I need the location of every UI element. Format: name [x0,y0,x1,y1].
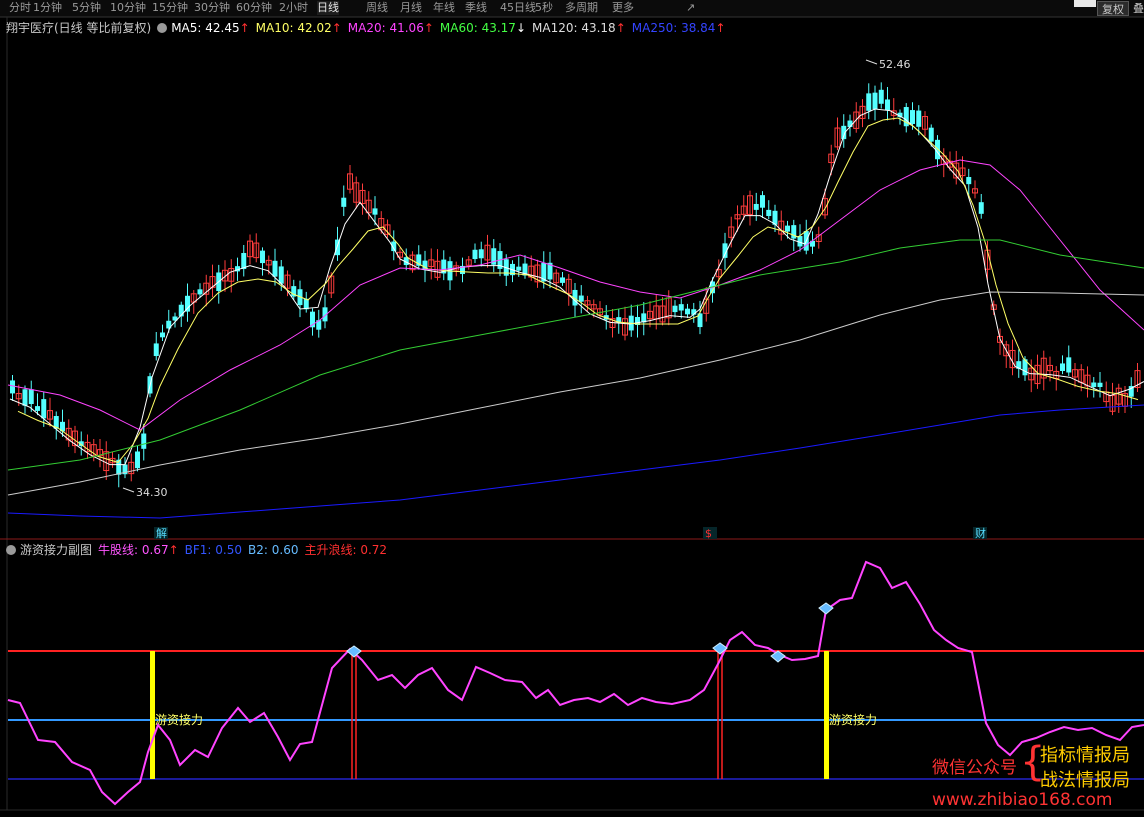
candle-down [516,266,522,271]
legend-item: 主升浪线: 0.72 [304,543,387,557]
candle-down [578,295,584,302]
candle-down [478,249,484,259]
candle-down [41,399,47,419]
candle-down [35,406,40,411]
trend-arrow-icon: ↑ [168,543,179,557]
candle-down [10,380,15,394]
candle-down [910,110,915,124]
event-marker-label: $ [705,527,712,540]
legend-item: 牛股线: 0.67↑ [98,543,179,557]
candle-down [341,197,347,207]
low-price-label: 34.30 [136,486,168,499]
legend-value: MA20: 41.06 [347,21,424,35]
candle-down [153,343,159,357]
legend-value: MA5: 42.45 [171,21,240,35]
legend-item: MA20: 41.06↑ [348,21,434,35]
candle-down [241,253,247,270]
legend-item: B2: 0.60 [248,543,298,557]
brand-name-2: 战法情报局 [1040,770,1130,791]
candle-down [22,389,28,406]
candle-down [978,202,984,214]
candle-down [197,289,203,295]
candle-down [866,93,872,111]
settings-gear-icon[interactable] [6,545,16,555]
candle-down [1066,357,1072,373]
candle-down [678,304,684,311]
legend-value: B2: 0.60 [248,543,299,557]
indicator-title[interactable]: 游资接力副图 [20,543,92,557]
candle-down [260,250,265,264]
ma10-line [17,117,1139,463]
trend-arrow-icon: ↑ [239,21,250,35]
ma60-line [7,239,1144,471]
trend-arrow-icon: ↑ [423,21,434,35]
candle-down [885,99,890,111]
low-pointer [122,487,135,493]
kline-chart[interactable]: 52.46 34.30 解 $ 财游资接力 游资接力 [0,0,1144,817]
legend-value: MA250: 38.84 [631,21,716,35]
candle-down [685,308,690,315]
candle-down [753,203,759,210]
high-pointer [865,59,878,65]
legend-value: 牛股线: 0.67 [98,543,169,557]
settings-gear-icon[interactable] [157,23,168,33]
candle-down [141,433,147,449]
legend-item: MA5: 42.45↑ [171,21,249,35]
candle-down [916,110,922,127]
legend-item: MA120: 43.18↑ [532,21,626,35]
trend-arrow-icon: ↑ [715,21,726,35]
sub-chart-legend: 游资接力副图 牛股线: 0.67↑ BF1: 0.50 B2: 0.60 主升浪线: 0… [6,541,393,559]
candle-down [185,295,190,312]
legend-value: MA10: 42.02 [255,21,332,35]
wechat-label: 微信公众号 [932,758,1017,778]
candle-down [878,89,884,104]
candle-down [272,260,278,277]
legend-item: MA250: 38.84↑ [632,21,726,35]
high-price-label: 52.46 [879,58,911,71]
signal-diamond-icon [770,650,786,663]
candle-down [135,451,140,469]
trend-arrow-icon: ↓ [515,21,526,35]
candle-down [372,208,378,215]
candle-down [160,332,165,338]
candle-down [785,225,790,232]
candle-down [672,305,678,313]
legend-item: MA60: 43.17↓ [440,21,526,35]
legend-item: MA10: 42.02↑ [256,21,342,35]
candle-down [1060,363,1065,371]
stock-title[interactable]: 翔宇医疗(日线 等比前复权) [6,21,151,35]
candle-down [928,127,934,142]
candle-down [472,249,478,260]
event-marker-label: 解 [156,526,167,540]
main-chart-legend: 翔宇医疗(日线 等比前复权) MA5: 42.45↑ MA10: 42.02↑ MA2… [6,19,732,37]
legend-value: MA120: 43.18 [532,21,616,35]
candle-down [28,389,34,405]
signal-label: 游资接力 [155,712,203,727]
event-marker-label: 财 [975,526,986,540]
candle-down [1097,382,1103,387]
candle-down [791,225,797,239]
candle-down [760,195,765,208]
legend-value: 主升浪线: 0.72 [304,543,388,557]
candle-down [966,177,972,185]
candle-down [872,92,878,110]
legend-item: BF1: 0.50 [185,543,242,557]
legend-value: BF1: 0.50 [184,543,243,557]
candle-down [1091,382,1097,387]
ma120-line [7,291,1144,496]
trend-arrow-icon: ↑ [615,21,626,35]
legend-value: MA60: 43.17 [439,21,516,35]
candle-down [560,277,565,283]
trend-arrow-icon: ↑ [331,21,342,35]
signal-label: 游资接力 [829,712,877,727]
signal-diamond-icon [346,645,362,658]
watermark-url[interactable]: www.zhibiao168.com [932,790,1112,810]
candle-down [278,266,284,284]
signal-diamond-icon [818,602,834,615]
brand-name-1: 指标情报局 [1040,745,1130,766]
candle-down [766,209,772,217]
